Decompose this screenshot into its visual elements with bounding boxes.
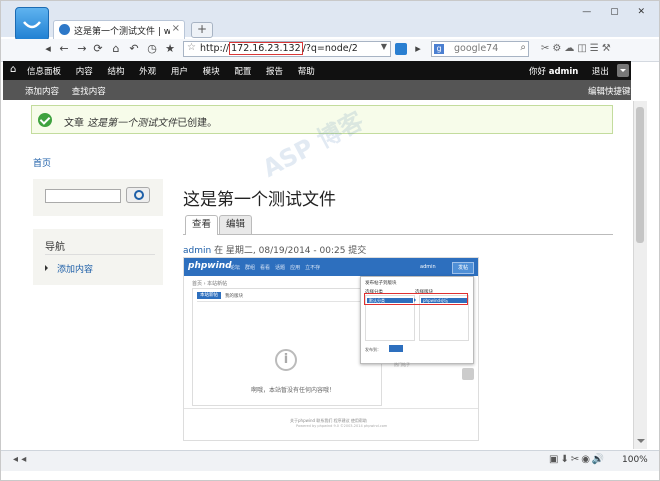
site-favicon-icon	[59, 24, 70, 35]
home-icon[interactable]: ⌂	[109, 42, 123, 56]
embed-dialog-title: 发布帖子到版块	[365, 281, 397, 286]
embed-breadcrumb: 首页 › 本站新帖	[192, 281, 228, 287]
browser-window: 这是第一个测试文件 | www.te... × + — ▢ ✕ ◂ ← → ⟳ …	[0, 0, 660, 481]
go-button[interactable]	[395, 43, 407, 55]
statusbar-icons[interactable]: ▣⬇✂◉🔊	[549, 454, 606, 465]
shortcut-items: 添加内容 查找内容	[25, 85, 116, 97]
embed-highlight-box	[364, 293, 468, 305]
status-text: 文章 这是第一个测试文件已创建。	[64, 118, 218, 129]
embed-panel-divider	[197, 301, 375, 302]
embed-admin: admin	[420, 264, 436, 270]
browser-titlebar: 这是第一个测试文件 | www.te... × + — ▢ ✕	[1, 1, 659, 41]
admin-menu-config[interactable]: 配置	[234, 67, 251, 77]
shortcut-find-content[interactable]: 查找内容	[72, 87, 106, 97]
embed-panel: 本站新帖 我的版块 i 啊哦，本站暂没有任何内容哦！	[192, 288, 382, 406]
embed-tab-other: 我的版块	[225, 294, 243, 299]
history-icon[interactable]: ◷	[145, 42, 159, 56]
embed-footer-divider	[184, 408, 478, 409]
shortcut-bar: 添加内容 查找内容 编辑快捷键	[3, 80, 631, 100]
info-icon: i	[275, 349, 297, 371]
embed-dialog: 发布帖子到版块 选择分类 选择版块 默认分类 phpwind论坛 发布到：	[360, 276, 474, 364]
refresh-icon[interactable]: ⟳	[91, 42, 105, 56]
scroll-down-icon[interactable]	[637, 439, 645, 447]
search-block	[33, 179, 163, 216]
search-box[interactable]: g google74 ⌕	[431, 41, 529, 57]
embed-dialog-ok	[389, 345, 403, 352]
admin-menu-help[interactable]: 帮助	[298, 67, 315, 77]
admin-menu-reports[interactable]: 报告	[266, 67, 283, 77]
sidebar-search-input[interactable]	[45, 189, 121, 203]
admin-menu-structure[interactable]: 结构	[107, 67, 124, 77]
embed-post-button: 发帖	[452, 262, 474, 274]
browser-tab[interactable]: 这是第一个测试文件 | www.te... ×	[53, 20, 185, 39]
back-icon[interactable]: ←	[57, 42, 71, 56]
admin-user-area: 你好 admin 退出	[529, 65, 609, 77]
forward-go-icon[interactable]: ▸	[411, 42, 425, 56]
embed-dialog-footer: 发布到：	[365, 347, 381, 352]
node-tabs: 查看 编辑	[183, 214, 613, 235]
browser-statusbar: ◂ ◂ ▣⬇✂◉🔊 100%	[1, 450, 659, 471]
embed-tab-active: 本站新帖	[197, 292, 221, 299]
embed-empty-message: 啊哦，本站暂没有任何内容哦！	[251, 387, 336, 394]
shortcut-toggle-button[interactable]	[617, 64, 629, 77]
author-link[interactable]: admin	[183, 246, 211, 256]
admin-menu-items: 信息面板 内容 结构 外观 用户 模块 配置 报告 帮助	[27, 65, 327, 77]
navigation-divider	[45, 254, 155, 255]
scrollbar-thumb[interactable]	[636, 107, 644, 243]
smile-icon	[23, 21, 41, 29]
window-controls[interactable]: — ▢ ✕	[582, 7, 653, 17]
sidebar-search-button[interactable]	[126, 187, 150, 203]
browser-toolbar: ◂ ← → ⟳ ⌂ ↶ ◷ ★ ☆ http://172.16.23.132/?…	[1, 39, 659, 62]
search-icon	[134, 190, 144, 200]
bookmark-star-icon[interactable]: ☆	[187, 42, 196, 53]
page-title: 这是第一个测试文件	[183, 190, 336, 210]
address-dropdown-icon[interactable]: ▼	[381, 42, 387, 51]
breadcrumb-home[interactable]: 首页	[33, 156, 51, 169]
navigation-title: 导航	[45, 242, 65, 253]
tab-close-button[interactable]: ×	[172, 23, 180, 34]
embed-footer-powered: Powered by phpwind 9.0 ©2003-2014 phpwin…	[296, 424, 388, 428]
username-link[interactable]: admin	[549, 67, 579, 77]
menu-icon[interactable]: ◂	[41, 42, 55, 56]
embed-header: phpwind 论坛 群组 看看 话题 应用 立不存 admin 发帖	[184, 258, 478, 276]
edit-shortcuts-link[interactable]: 编辑快捷键	[588, 85, 631, 97]
navigation-block: 导航 添加内容	[33, 229, 163, 285]
favorites-icon[interactable]: ★	[163, 42, 177, 56]
embed-gear-icon	[462, 368, 474, 380]
forward-icon[interactable]: →	[75, 42, 89, 56]
admin-menu-appearance[interactable]: 外观	[139, 67, 156, 77]
search-icon[interactable]: ⌕	[520, 42, 526, 53]
admin-home-icon[interactable]: ⌂	[10, 64, 16, 75]
embedded-screenshot: phpwind 论坛 群组 看看 话题 应用 立不存 admin 发帖 首页 › 本站新帖…	[183, 257, 479, 441]
vertical-scrollbar[interactable]	[633, 101, 647, 449]
zoom-level[interactable]: 100%	[622, 455, 648, 465]
search-engine-icon[interactable]: g	[434, 44, 444, 54]
undo-icon[interactable]: ↶	[127, 42, 141, 56]
shortcut-add-content[interactable]: 添加内容	[25, 87, 59, 97]
status-node-title[interactable]: 这是第一个测试文件	[87, 118, 177, 129]
admin-menu-people[interactable]: 用户	[171, 67, 188, 77]
admin-menu-dashboard[interactable]: 信息面板	[27, 67, 61, 77]
admin-menu-bar: ⌂ 信息面板 内容 结构 外观 用户 模块 配置 报告 帮助 你好 admin …	[3, 61, 631, 80]
tab-view[interactable]: 查看	[185, 215, 219, 235]
nav-add-content-link[interactable]: 添加内容	[45, 262, 93, 275]
submitted-info: admin 在 星期二, 08/19/2014 - 00:25 提交	[183, 246, 367, 256]
logout-link[interactable]: 退出	[592, 67, 609, 77]
address-url[interactable]: http://172.16.23.132/?q=node/2	[200, 42, 358, 55]
admin-menu-content[interactable]: 内容	[76, 67, 93, 77]
address-bar[interactable]: ☆ http://172.16.23.132/?q=node/2 ▼	[183, 41, 391, 57]
tab-edit[interactable]: 编辑	[219, 215, 253, 234]
greeting: 你好	[529, 67, 547, 77]
search-input[interactable]: google74	[454, 43, 498, 54]
success-check-icon	[38, 113, 52, 127]
browser-logo-icon[interactable]	[15, 7, 49, 41]
admin-menu-modules[interactable]: 模块	[203, 67, 220, 77]
url-host-highlight: 172.16.23.132	[229, 42, 303, 55]
new-tab-button[interactable]: +	[191, 22, 213, 38]
embed-nav: 论坛 群组 看看 话题 应用 立不存	[230, 265, 321, 271]
embed-logo: phpwind	[188, 261, 232, 271]
extension-icons[interactable]: ✂⚙☁◫☰⚒	[541, 43, 614, 54]
tab-title: 这是第一个测试文件 | www.te...	[74, 27, 170, 37]
statusbar-left-icon[interactable]: ◂ ◂	[13, 454, 26, 465]
